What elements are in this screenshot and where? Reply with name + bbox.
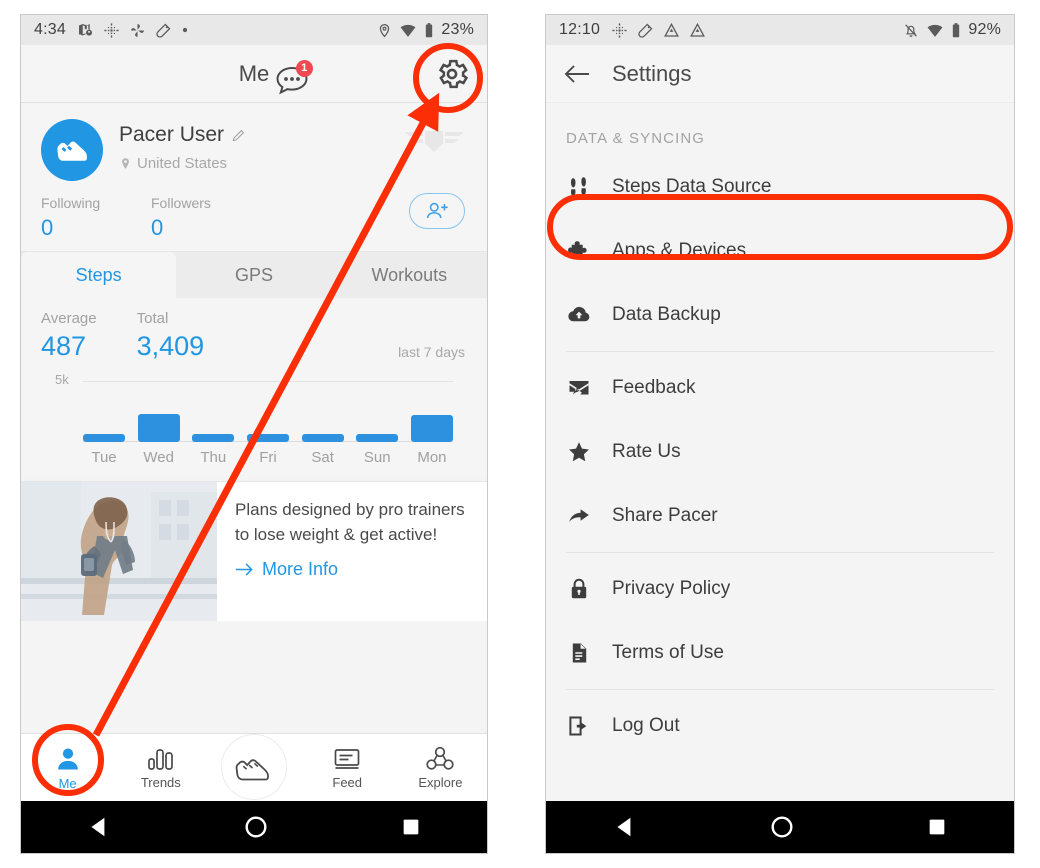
annotation-rect-steps-data-source	[547, 194, 1013, 260]
annotation-overlay	[32, 43, 1013, 796]
annotation-circle-gear	[413, 43, 483, 113]
annotation-circle-me	[32, 724, 104, 796]
annotation-arrow	[92, 92, 440, 737]
screenshot-stage: 4:34 23% 1 Me Pacer User United States F…	[0, 0, 1040, 868]
